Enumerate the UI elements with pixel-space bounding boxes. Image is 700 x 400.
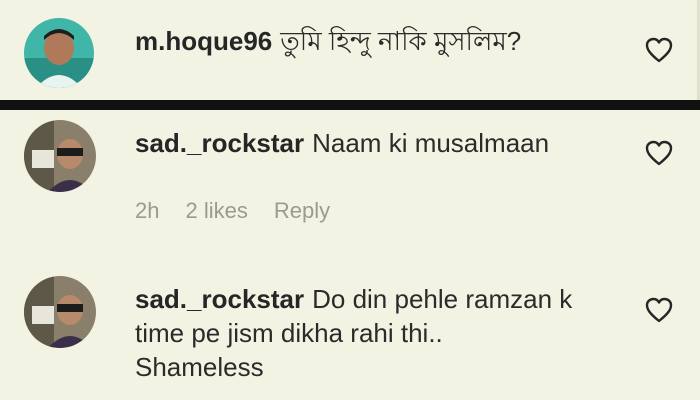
avatar[interactable] — [24, 120, 96, 192]
divider-bar — [0, 100, 700, 110]
comment-body: m.hoque96 তুমি হিন্দু নাকি মুসলিম? — [135, 24, 521, 58]
comment-text-line: Do din pehle ramzan k — [312, 284, 573, 314]
username[interactable]: m.hoque96 — [135, 26, 272, 56]
avatar[interactable] — [24, 276, 96, 348]
comment-text: Naam ki musalmaan — [312, 128, 550, 158]
heart-icon[interactable] — [645, 140, 673, 166]
username[interactable]: sad._rockstar — [135, 128, 304, 158]
comment-text-line: Shameless — [135, 352, 264, 382]
reply-button[interactable]: Reply — [274, 198, 330, 223]
comment-item-1: m.hoque96 তুমি হিন্দু নাকি মুসলিম? — [0, 0, 700, 100]
comment-body: sad._rockstar Naam ki musalmaan — [135, 126, 549, 160]
comment-text-line: time pe jism dikha rahi thi.. — [135, 318, 443, 348]
comments-panel: sad._rockstar Naam ki musalmaan 2h 2 likes… — [0, 110, 700, 400]
timestamp: 2h — [135, 198, 160, 223]
avatar[interactable] — [24, 18, 94, 88]
heart-icon[interactable] — [645, 37, 673, 63]
comment-meta: 2h 2 likes Reply — [135, 198, 356, 224]
comment-text: তুমি হিন্দু নাকি মুসলিম? — [280, 26, 522, 56]
heart-icon[interactable] — [645, 297, 673, 323]
likes-count[interactable]: 2 likes — [185, 198, 247, 223]
comment-body: sad._rockstar Do din pehle ramzan k time … — [135, 282, 635, 384]
username[interactable]: sad._rockstar — [135, 284, 304, 314]
